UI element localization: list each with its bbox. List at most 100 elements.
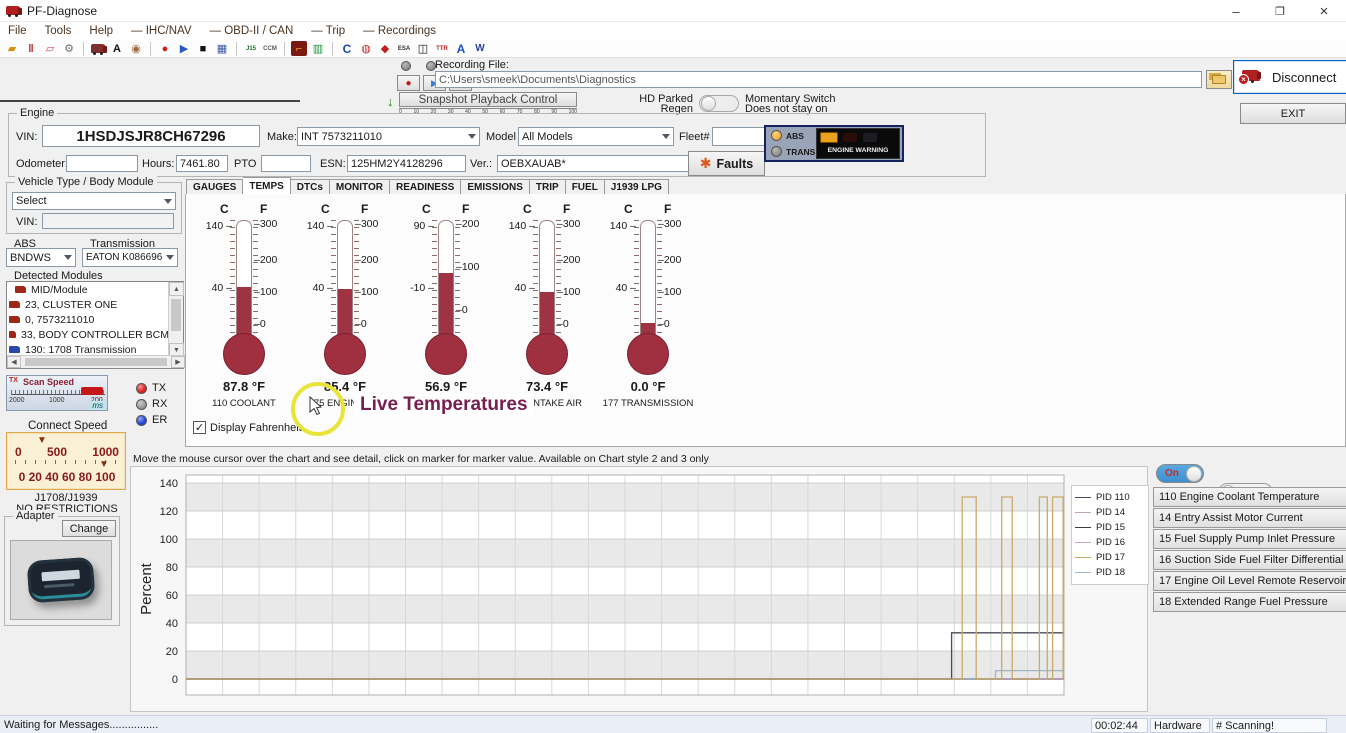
- open-folder-icon[interactable]: ▰: [4, 41, 20, 56]
- record-icon[interactable]: ●: [157, 41, 173, 56]
- legend-label: PID 14: [1096, 507, 1125, 518]
- stamp-icon[interactable]: ◉: [128, 41, 144, 56]
- engine-warning-label: ENGINE WARNING: [817, 147, 899, 154]
- close-button[interactable]: ×: [1302, 0, 1346, 22]
- top-panel: ● ▶ ■ Recording File: C:\Users\smeek\Doc…: [0, 58, 1346, 112]
- menu-item-tools[interactable]: Tools: [45, 25, 72, 37]
- vehicle-truck-icon[interactable]: [90, 41, 106, 56]
- recording-file-label: Recording File:: [435, 59, 509, 71]
- disconnect-button[interactable]: × Disconnect: [1233, 60, 1346, 94]
- model-value: All Models: [522, 131, 573, 143]
- model-select[interactable]: All Models: [518, 127, 674, 146]
- led-label: RX: [152, 398, 167, 410]
- minimize-button[interactable]: –: [1214, 0, 1258, 22]
- chart-container[interactable]: 020406080100120140Percent PID 110PID 14P…: [130, 466, 1148, 712]
- oc-icon[interactable]: ◫: [415, 41, 431, 56]
- hours-field[interactable]: 7461.80: [176, 155, 228, 172]
- browse-folder-button[interactable]: [1206, 70, 1232, 89]
- font-icon[interactable]: A: [109, 41, 125, 56]
- detroit-icon[interactable]: ◍: [358, 41, 374, 56]
- hd-parked-regen-toggle[interactable]: [699, 95, 739, 112]
- c-tick-label: -10 –: [396, 282, 434, 294]
- module-list-item[interactable]: MID/Module: [7, 282, 169, 297]
- eraser-icon[interactable]: ▱: [42, 41, 58, 56]
- key-icon[interactable]: ⌐: [291, 41, 307, 56]
- play-icon[interactable]: ▶: [176, 41, 192, 56]
- line-chart[interactable]: 020406080100120140Percent: [131, 467, 1147, 711]
- thermometer-bulb: [223, 333, 265, 375]
- make-select[interactable]: INT 7573211010: [297, 127, 480, 146]
- pid-button-18[interactable]: 18 Extended Range Fuel Pressure: [1153, 592, 1346, 612]
- pid-button-110[interactable]: 110 Engine Coolant Temperature: [1153, 487, 1346, 507]
- menu-item-ihc-nav[interactable]: — IHC/NAV: [131, 25, 192, 37]
- exit-button[interactable]: EXIT: [1240, 103, 1346, 124]
- dim-warning-icon-2: [863, 133, 877, 142]
- settings-gear-icon[interactable]: ⚙: [61, 41, 77, 56]
- ccm-icon[interactable]: CCM: [262, 41, 278, 56]
- vertical-scrollbar[interactable]: ▲ ▼: [168, 282, 183, 357]
- module-list-item[interactable]: 130: 1708 Transmission: [7, 342, 169, 356]
- pid-button-16[interactable]: 16 Suction Side Fuel Filter Differential…: [1153, 550, 1346, 570]
- thermometer-177-transmission: CF140 –40 ––300–200–100–00.0 °F177 TRANS…: [598, 202, 698, 417]
- snapshot-film-icon[interactable]: ▦: [214, 41, 230, 56]
- esa-icon[interactable]: ESA: [396, 41, 412, 56]
- pid-button-15[interactable]: 15 Fuel Supply Pump Inlet Pressure: [1153, 529, 1346, 549]
- sidebar-vin-input[interactable]: [42, 213, 174, 229]
- diagnostics-icon[interactable]: ▥: [310, 41, 326, 56]
- module-list-item[interactable]: 23, CLUSTER ONE: [7, 297, 169, 312]
- pto-input[interactable]: [261, 155, 311, 172]
- scroll-thumb[interactable]: [171, 299, 181, 331]
- allison-icon[interactable]: A: [453, 41, 469, 56]
- menu-item-recordings[interactable]: — Recordings: [363, 25, 436, 37]
- status-time: 00:02:44: [1091, 718, 1148, 733]
- status-led-1: [401, 61, 411, 71]
- pid-button-14[interactable]: 14 Entry Assist Motor Current: [1153, 508, 1346, 528]
- vin-field[interactable]: 1HSDJSJR8CH67296: [42, 125, 260, 147]
- cummins-icon[interactable]: C: [339, 41, 355, 56]
- title-bar: PF-Diagnose – ❐ ×: [0, 0, 1346, 22]
- vehicle-type-legend: Vehicle Type / Body Module: [15, 176, 157, 188]
- scroll-up-icon[interactable]: ▲: [169, 282, 184, 296]
- abs-select[interactable]: BNDWS: [6, 248, 76, 267]
- recording-path-input[interactable]: C:\Users\smeek\Documents\Diagnostics: [435, 71, 1202, 88]
- fahrenheit-header: F: [563, 202, 570, 216]
- snapshot-playback-button[interactable]: Snapshot Playback Control: [399, 92, 577, 107]
- h-scroll-thumb[interactable]: [25, 358, 167, 366]
- module-list-item[interactable]: 33, BODY CONTROLLER BCM: [7, 327, 169, 342]
- menu-item-trip[interactable]: — Trip: [311, 25, 345, 37]
- change-adapter-button[interactable]: Change: [62, 520, 116, 537]
- odometer-input[interactable]: [66, 155, 138, 172]
- international-icon[interactable]: ◆: [377, 41, 393, 56]
- scan-tick-2000: 2000: [9, 397, 25, 404]
- display-fahrenheit-checkbox[interactable]: ✓ Display Fahrenheit: [193, 421, 302, 434]
- chevron-down-icon: [468, 134, 476, 143]
- horizontal-scrollbar[interactable]: ◀ ▶: [7, 355, 185, 368]
- celsius-header: C: [523, 202, 532, 216]
- ttr-icon[interactable]: TTR: [434, 41, 450, 56]
- vehicle-type-select[interactable]: Select: [12, 192, 176, 210]
- scroll-right-icon[interactable]: ▶: [171, 356, 185, 368]
- c-tick-label: 40 –: [295, 282, 333, 294]
- j1587-icon[interactable]: J15: [243, 41, 259, 56]
- wabco-icon[interactable]: W: [472, 41, 488, 56]
- module-list-item[interactable]: 0, 7573211010: [7, 312, 169, 327]
- folder-icon: [1212, 75, 1226, 84]
- faults-button[interactable]: ✱ Faults: [688, 151, 765, 176]
- pid-button-17[interactable]: 17 Engine Oil Level Remote Reservoir: [1153, 571, 1346, 591]
- menu-item-obd-ii-can[interactable]: — OBD-II / CAN: [210, 25, 294, 37]
- menu-item-file[interactable]: File: [8, 25, 27, 37]
- make-value: INT 7573211010: [301, 131, 382, 143]
- esn-field[interactable]: 125HM2Y4128296: [347, 155, 466, 172]
- menu-item-help[interactable]: Help: [89, 25, 113, 37]
- pto-label: PTO: [234, 158, 256, 170]
- scroll-left-icon[interactable]: ◀: [7, 356, 21, 368]
- detected-modules-list[interactable]: MID/Module23, CLUSTER ONE0, 757321101033…: [6, 281, 184, 369]
- restore-button[interactable]: ❐: [1258, 0, 1302, 22]
- on-toggle[interactable]: On: [1156, 464, 1204, 483]
- connection-icon[interactable]: ‖: [23, 41, 39, 56]
- checkbox-check-icon: ✓: [193, 421, 206, 434]
- stop-icon[interactable]: ■: [195, 41, 211, 56]
- transmission-select[interactable]: EATON K086696: [82, 248, 178, 267]
- thermometer-label: 177 TRANSMISSION: [583, 398, 713, 409]
- record-button[interactable]: ●: [397, 75, 420, 91]
